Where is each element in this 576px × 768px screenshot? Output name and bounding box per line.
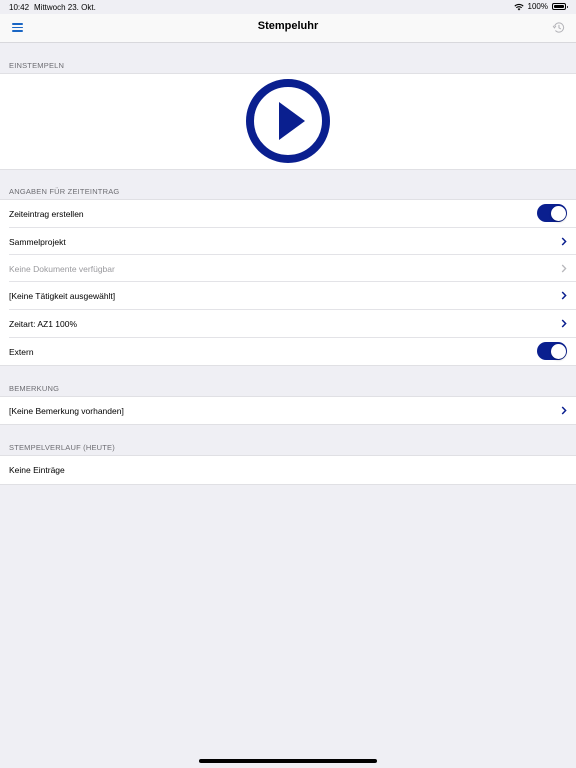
extern-toggle[interactable] [537, 342, 567, 360]
section-header-angaben: ANGABEN FÜR ZEITEINTRAG [9, 187, 120, 196]
row-label: Sammelprojekt [9, 237, 66, 247]
row-label: Zeitart: AZ1 100% [9, 319, 78, 329]
row-label: Keine Einträge [9, 465, 65, 475]
row-label: Zeiteintrag erstellen [9, 209, 84, 219]
row-zeitart[interactable]: Zeitart: AZ1 100% [9, 310, 576, 338]
row-keine-eintraege: Keine Einträge [9, 456, 576, 484]
row-bemerkung[interactable]: [Keine Bemerkung vorhanden] [9, 397, 576, 424]
chevron-right-icon [561, 319, 567, 328]
row-extern: Extern [9, 338, 576, 365]
chevron-right-icon [561, 264, 567, 273]
section-header-einstempeln: EINSTEMPELN [9, 61, 65, 70]
status-time: 10:42 [9, 3, 30, 12]
chevron-right-icon [561, 291, 567, 300]
row-label: [Keine Bemerkung vorhanden] [9, 406, 124, 416]
status-indicators: 100% [513, 2, 568, 11]
battery-percent: 100% [527, 2, 548, 11]
section-header-bemerkung: BEMERKUNG [9, 384, 60, 393]
row-zeiteintrag-erstellen: Zeiteintrag erstellen [9, 200, 576, 228]
section-header-stempelverlauf: STEMPELVERLAUF (HEUTE) [9, 443, 115, 452]
row-sammelprojekt[interactable]: Sammelprojekt [9, 228, 576, 255]
row-keine-dokumente: Keine Dokumente verfügbar [9, 255, 576, 282]
row-label: [Keine Tätigkeit ausgewählt] [9, 291, 116, 301]
stempelverlauf-group: Keine Einträge [0, 455, 576, 485]
play-icon[interactable] [245, 78, 331, 164]
chevron-right-icon [561, 406, 567, 415]
chevron-right-icon [561, 237, 567, 246]
status-bar: 10:42 Mittwoch 23. Okt. 100% [0, 0, 576, 14]
status-date: Mittwoch 23. Okt. [34, 3, 96, 12]
navigation-bar: Stempeluhr [0, 14, 576, 43]
wifi-icon [513, 3, 524, 10]
battery-icon [552, 3, 568, 10]
row-taetigkeit[interactable]: [Keine Tätigkeit ausgewählt] [9, 282, 576, 310]
page-title: Stempeluhr [257, 20, 319, 32]
history-icon[interactable] [552, 21, 565, 34]
zeiteintrag-erstellen-toggle[interactable] [537, 204, 567, 222]
row-label: Keine Dokumente verfügbar [9, 264, 115, 274]
home-indicator [199, 759, 377, 763]
bemerkung-group: [Keine Bemerkung vorhanden] [0, 396, 576, 425]
angaben-group: Zeiteintrag erstellen Sammelprojekt Kein… [0, 199, 576, 366]
row-label: Extern [9, 347, 34, 357]
